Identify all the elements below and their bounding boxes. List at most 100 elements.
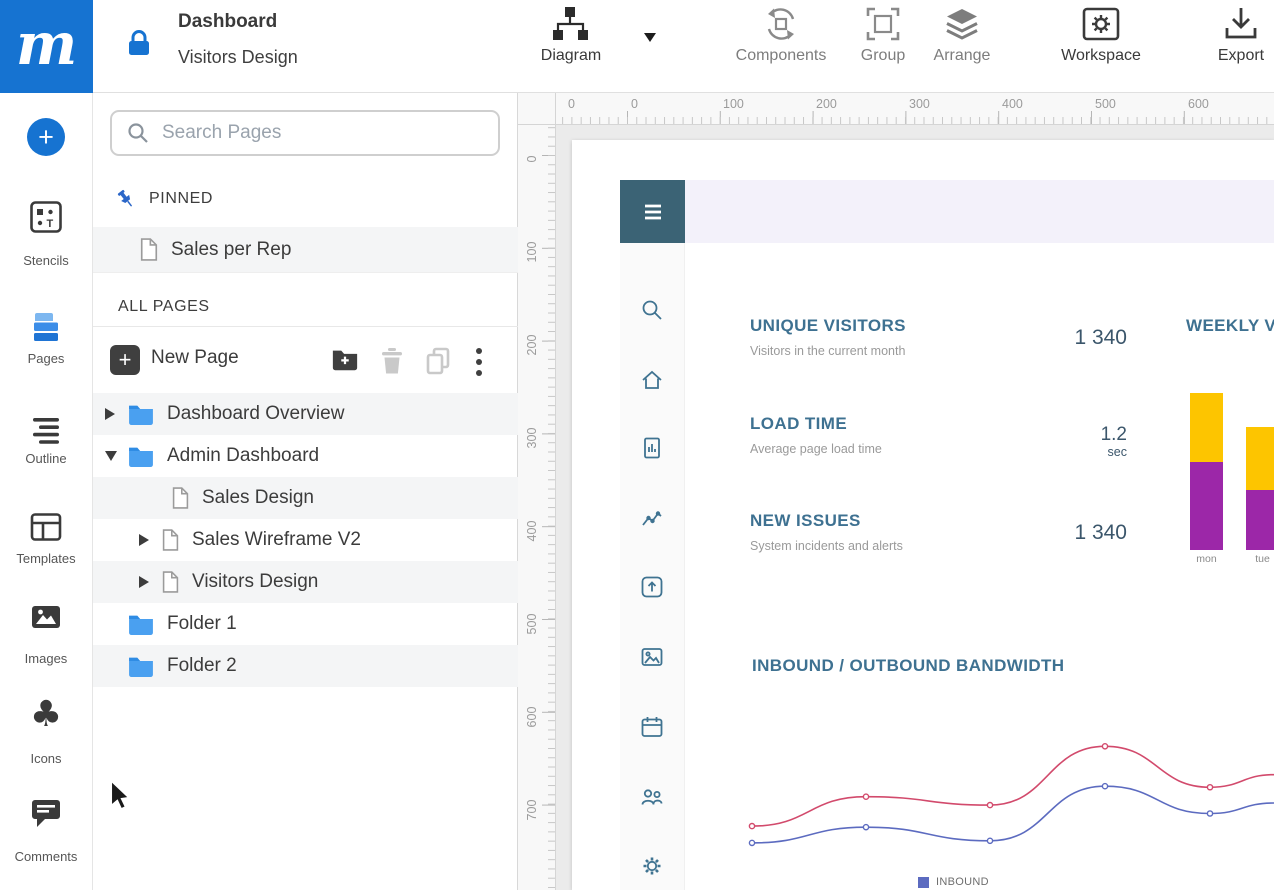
toolbar-diagram[interactable]: Diagram (527, 0, 615, 93)
kpi-subtitle: Average page load time (750, 442, 882, 456)
tree-item-admin-dashboard[interactable]: Admin Dashboard (93, 435, 518, 477)
new-page-label[interactable]: New Page (151, 347, 239, 369)
rail-label-pages[interactable]: Pages (0, 351, 92, 366)
tree-item-dashboard-overview[interactable]: Dashboard Overview (93, 393, 518, 435)
bar-segment-top (1246, 427, 1274, 490)
templates-icon (29, 510, 63, 544)
group-icon (865, 6, 901, 42)
toolbar-arrange-label: Arrange (925, 47, 999, 65)
kpi-subtitle: Visitors in the current month (750, 344, 905, 358)
top-toolbar: m Dashboard Visitors Design Diagram (0, 0, 1274, 93)
outline-icon (29, 413, 63, 447)
pages-icon (29, 310, 63, 344)
delete-icon[interactable] (379, 347, 405, 375)
folder-icon (127, 445, 155, 467)
document-subtitle[interactable]: Visitors Design (178, 47, 298, 68)
rail-label-templates[interactable]: Templates (0, 551, 92, 566)
svg-text:T: T (47, 218, 54, 230)
app-window: m Dashboard Visitors Design Diagram (0, 0, 1274, 890)
rail-label-images[interactable]: Images (0, 651, 92, 666)
add-button[interactable]: + (27, 118, 65, 156)
tree-item-label: Sales Design (202, 487, 314, 509)
new-folder-icon[interactable] (331, 347, 359, 371)
toolbar-arrange[interactable]: Arrange (925, 0, 999, 93)
rail-label-outline[interactable]: Outline (0, 451, 92, 466)
folder-icon (127, 655, 155, 677)
v-ruler-label: 200 (525, 332, 541, 358)
lock-icon[interactable] (126, 28, 152, 58)
more-options-icon[interactable] (475, 347, 483, 377)
caret-right-icon[interactable] (139, 576, 161, 588)
moqups-logo[interactable]: m (0, 0, 93, 93)
images-icon (29, 600, 63, 634)
bandwidth-title: INBOUND / OUTBOUND BANDWIDTH (752, 656, 1064, 676)
rail-label-comments[interactable]: Comments (0, 849, 92, 864)
kpi-subtitle: System incidents and alerts (750, 539, 903, 553)
pinned-header: PINNED (93, 177, 518, 221)
search-pages-input[interactable] (162, 122, 498, 144)
toolbar-components-label: Components (733, 47, 829, 65)
design-canvas[interactable]: UNIQUE VISITORS Visitors in the current … (556, 125, 1274, 890)
wf-upload-icon (639, 574, 665, 600)
h-ruler-label: 300 (909, 97, 930, 111)
search-pages-box[interactable] (110, 110, 500, 156)
pages-panel: PINNED Sales per Rep ALL PAGES + New Pag… (93, 93, 518, 890)
page-icon (161, 570, 180, 594)
toolbar-group[interactable]: Group (851, 0, 915, 93)
folder-icon (127, 613, 155, 635)
kpi-title: UNIQUE VISITORS (750, 316, 906, 336)
h-ruler-label: 0 (568, 97, 575, 111)
tree-item-label: Admin Dashboard (167, 445, 319, 467)
toolbar-export-label: Export (1206, 47, 1274, 65)
rail-label-icons[interactable]: Icons (0, 751, 92, 766)
rail-item-outline[interactable] (0, 413, 92, 447)
toolbar-export[interactable]: Export (1206, 0, 1274, 93)
tree-item-visitors-design[interactable]: Visitors Design (93, 561, 518, 603)
kpi-value: 1 340 (992, 326, 1127, 350)
pin-icon (115, 187, 137, 211)
bar-segment-bottom (1246, 490, 1274, 550)
h-ruler-label: 100 (723, 97, 744, 111)
toolbar-components[interactable]: Components (733, 0, 829, 93)
ruler-corner (518, 93, 556, 125)
comments-icon (29, 797, 63, 831)
bar-category-label: mon (1190, 553, 1223, 565)
caret-right-icon[interactable] (105, 408, 127, 420)
v-ruler-label: 100 (525, 239, 541, 265)
toolbar-diagram-label: Diagram (527, 47, 615, 65)
bar-segment-bottom (1190, 462, 1223, 550)
h-ruler-label: 0 (631, 97, 638, 111)
tree-item-folder-2[interactable]: Folder 2 (93, 645, 518, 687)
rail-item-images[interactable] (0, 600, 92, 634)
new-page-button[interactable]: + (110, 345, 140, 375)
wf-image-icon (639, 644, 665, 670)
rail-label-stencils[interactable]: Stencils (0, 253, 92, 268)
wf-home-icon (639, 367, 665, 393)
toolbar-group-label: Group (851, 47, 915, 65)
toolbar-workspace[interactable]: Workspace (1056, 0, 1146, 93)
diagram-dropdown-caret-icon[interactable] (644, 33, 656, 42)
rail-item-stencils[interactable]: T (0, 200, 92, 234)
legend-label-inbound: INBOUND (936, 876, 989, 888)
document-title[interactable]: Dashboard (178, 11, 277, 33)
weekly-visitors-bar-chart (1190, 390, 1274, 550)
rail-item-comments[interactable] (0, 797, 92, 831)
tree-item-sales-design[interactable]: Sales Design (93, 477, 518, 519)
v-ruler-label: 500 (525, 611, 541, 637)
caret-down-icon[interactable] (105, 451, 127, 461)
rail-item-pages[interactable] (0, 310, 92, 344)
pinned-page-item[interactable]: Sales per Rep (93, 227, 518, 273)
wireframe-page[interactable]: UNIQUE VISITORS Visitors in the current … (572, 140, 1274, 890)
all-pages-header: ALL PAGES (93, 287, 518, 327)
tree-item-folder-1[interactable]: Folder 1 (93, 603, 518, 645)
tree-item-sales-wireframe-v2[interactable]: Sales Wireframe V2 (93, 519, 518, 561)
bar-mon (1190, 393, 1223, 550)
rail-item-icons[interactable]: ♣ (0, 698, 92, 732)
diagram-icon (551, 6, 591, 42)
caret-right-icon[interactable] (139, 534, 161, 546)
logo-letter: m (16, 15, 77, 73)
rail-item-templates[interactable] (0, 510, 92, 544)
h-ruler-label: 600 (1188, 97, 1209, 111)
duplicate-icon[interactable] (425, 347, 451, 375)
bar-tue (1246, 427, 1274, 550)
